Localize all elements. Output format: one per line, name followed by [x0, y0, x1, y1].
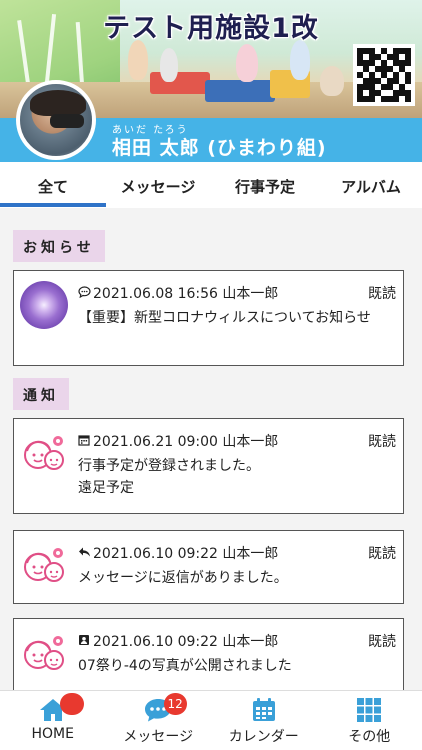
message-count-badge: 12 [163, 693, 187, 715]
notification-body-line: メッセージに返信がありました。 [78, 570, 288, 586]
nav-home-label: HOME [31, 726, 74, 742]
nav-calendar[interactable]: カレンダー [211, 691, 317, 750]
read-status: 既読 [368, 546, 396, 562]
section-label-notices: お知らせ [13, 230, 105, 262]
read-status: 既読 [368, 434, 396, 450]
section-label-notifications: 通知 [13, 378, 69, 410]
active-tab-indicator [0, 203, 106, 207]
nav-other-label: その他 [348, 729, 391, 745]
nav-calendar-label: カレンダー [228, 729, 299, 745]
notice-meta: 2021.06.08 16:56 山本一郎 既読 [78, 283, 396, 303]
nav-home[interactable]: HOME [0, 691, 106, 750]
photo-album-icon [78, 634, 93, 649]
qr-code[interactable] [353, 44, 415, 106]
nav-other[interactable]: その他 [317, 691, 422, 750]
facility-name: テスト用施設1改 [103, 13, 319, 44]
kids-face-icon [20, 629, 68, 677]
notice-datetime: 2021.06.08 16:56 [93, 286, 218, 302]
notification-datetime: 2021.06.10 09:22 [93, 634, 218, 650]
notification-body: メッセージに返信がありました。 [78, 567, 400, 589]
notice-body: 【重要】新型コロナウィルスについてお知らせ [78, 310, 371, 326]
tab-all[interactable]: 全て [0, 162, 106, 208]
kids-face-icon [20, 429, 68, 477]
read-status: 既読 [368, 286, 396, 302]
notification-body: 行事予定が登録されました。 遠足予定 [78, 455, 400, 499]
kids-face-icon [20, 541, 68, 589]
calendar-icon [252, 698, 275, 721]
tab-bar: 全て メッセージ 行事予定 アルバム [0, 162, 422, 208]
nav-messages-label: メッセージ [123, 729, 194, 745]
tab-events[interactable]: 行事予定 [210, 162, 320, 208]
qr-code-pattern [357, 48, 411, 102]
reply-icon [78, 546, 93, 561]
notification-author: 山本一郎 [222, 546, 279, 562]
notification-dot [60, 693, 84, 715]
notification-card[interactable]: 2021.06.10 09:22 山本一郎 既読 07祭り-4の写真が公開されま… [13, 618, 404, 690]
tab-album[interactable]: アルバム [320, 162, 422, 208]
notification-meta: 2021.06.10 09:22 山本一郎 既読 [78, 543, 396, 563]
comment-icon [78, 286, 93, 301]
child-avatar[interactable] [16, 80, 96, 160]
notification-datetime: 2021.06.21 09:00 [93, 434, 218, 450]
notification-body-line: 07祭り-4の写真が公開されました [78, 658, 292, 674]
notice-card[interactable]: 2021.06.08 16:56 山本一郎 既読 【重要】新型コロナウィルスにつ… [13, 270, 404, 366]
grid-icon [357, 698, 382, 722]
read-status: 既読 [368, 634, 396, 650]
child-name: 相田 太郎 (ひまわり組) [112, 137, 327, 159]
notification-card[interactable]: 2021.06.21 09:00 山本一郎 既読 行事予定が登録されました。 遠… [13, 418, 404, 514]
notification-body-line: 遠足予定 [78, 480, 134, 496]
notification-body-line: 行事予定が登録されました。 [78, 458, 260, 474]
notice-author: 山本一郎 [222, 286, 279, 302]
feed-list[interactable]: お知らせ 2021.06.08 16:56 山本一郎 既読 【重要】新型コロナウ… [0, 208, 422, 690]
notification-datetime: 2021.06.10 09:22 [93, 546, 218, 562]
notification-meta: 2021.06.10 09:22 山本一郎 既読 [78, 631, 396, 651]
calendar-icon [78, 434, 93, 449]
tab-messages[interactable]: メッセージ [106, 162, 210, 208]
notification-author: 山本一郎 [222, 634, 279, 650]
nav-messages[interactable]: 12 メッセージ [106, 691, 212, 750]
notification-meta: 2021.06.21 09:00 山本一郎 既読 [78, 431, 396, 451]
notification-author: 山本一郎 [222, 434, 279, 450]
bottom-navigation: HOME 12 メッセージ カレンダー その他 [0, 690, 422, 750]
flower-avatar-icon [20, 281, 68, 329]
notification-card[interactable]: 2021.06.10 09:22 山本一郎 既読 メッセージに返信がありました。 [13, 530, 404, 604]
notification-body: 07祭り-4の写真が公開されました [78, 655, 400, 677]
